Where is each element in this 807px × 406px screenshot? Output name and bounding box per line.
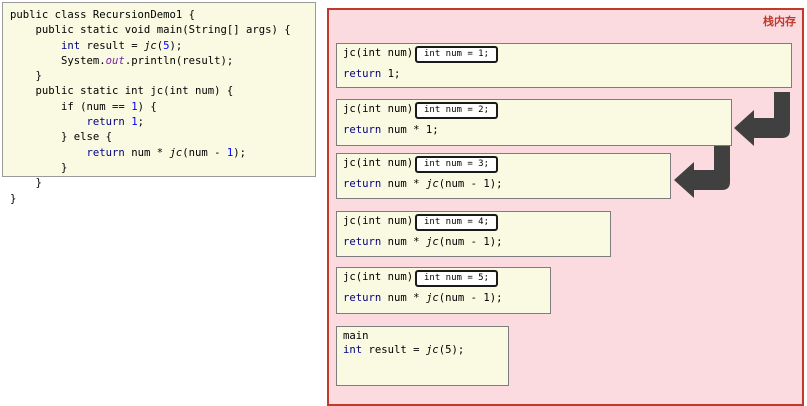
return-arrow-icon (734, 92, 790, 146)
return-arrows (674, 92, 790, 198)
return-arrow-icon (674, 146, 730, 198)
